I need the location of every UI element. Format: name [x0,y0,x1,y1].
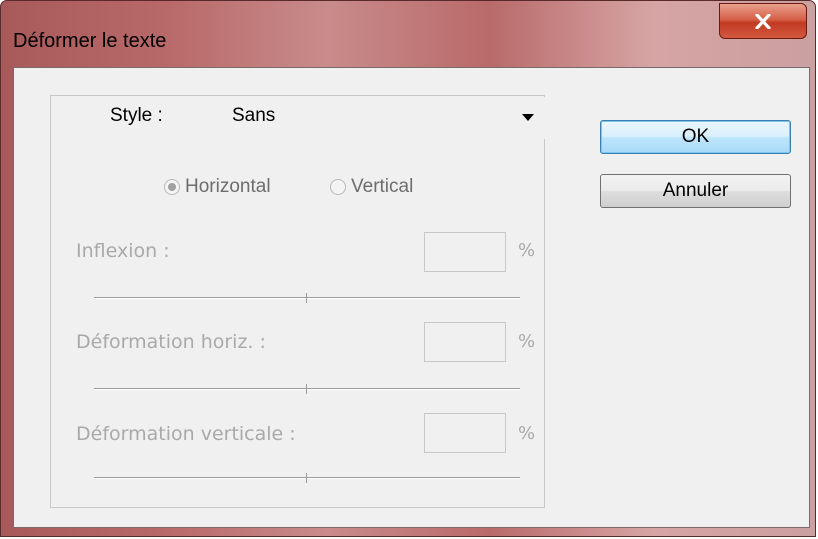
inflexion-label: Inflexion : [76,240,170,262]
slider-track [94,477,520,479]
radio-horizontal-button[interactable] [164,179,180,195]
style-label: Style : [106,105,167,127]
horizontal-distortion-label: Déformation horiz. : [76,331,266,353]
horizontal-distortion-input[interactable] [424,322,506,362]
cancel-button[interactable]: Annuler [600,174,791,208]
vertical-distortion-slider[interactable] [94,473,520,483]
slider-track [94,297,520,299]
inflexion-input[interactable] [424,232,506,272]
slider-track [94,388,520,390]
window-title: Déformer le texte [13,30,167,52]
chevron-down-icon [522,114,534,121]
radio-vertical-label: Vertical [351,176,414,197]
style-dropdown-value: Sans [232,105,276,126]
radio-horizontal[interactable]: Horizontal [164,176,271,198]
ok-button[interactable]: OK [600,120,791,154]
slider-tick [306,473,307,483]
radio-vertical-button[interactable] [330,179,346,195]
slider-tick [306,384,307,394]
radio-vertical[interactable]: Vertical [330,176,413,198]
horizontal-distortion-slider[interactable] [94,384,520,394]
vertical-distortion-input[interactable] [424,413,506,453]
inflexion-slider[interactable] [94,293,520,303]
title-bar[interactable]: Déformer le texte [1,1,815,67]
style-dropdown[interactable]: Sans [189,97,545,139]
close-icon [755,13,771,29]
vertical-distortion-unit: % [518,423,536,444]
dialog-content: Style : Sans Horizontal Vertical Inflexi… [13,67,810,528]
slider-tick [306,293,307,303]
vertical-distortion-label: Déformation verticale : [76,423,296,445]
close-button[interactable] [719,3,807,39]
inflexion-unit: % [518,240,536,261]
radio-horizontal-label: Horizontal [185,176,271,197]
horizontal-distortion-unit: % [518,331,536,352]
dialog-window: Déformer le texte Style : Sans Horizonta… [0,0,816,537]
